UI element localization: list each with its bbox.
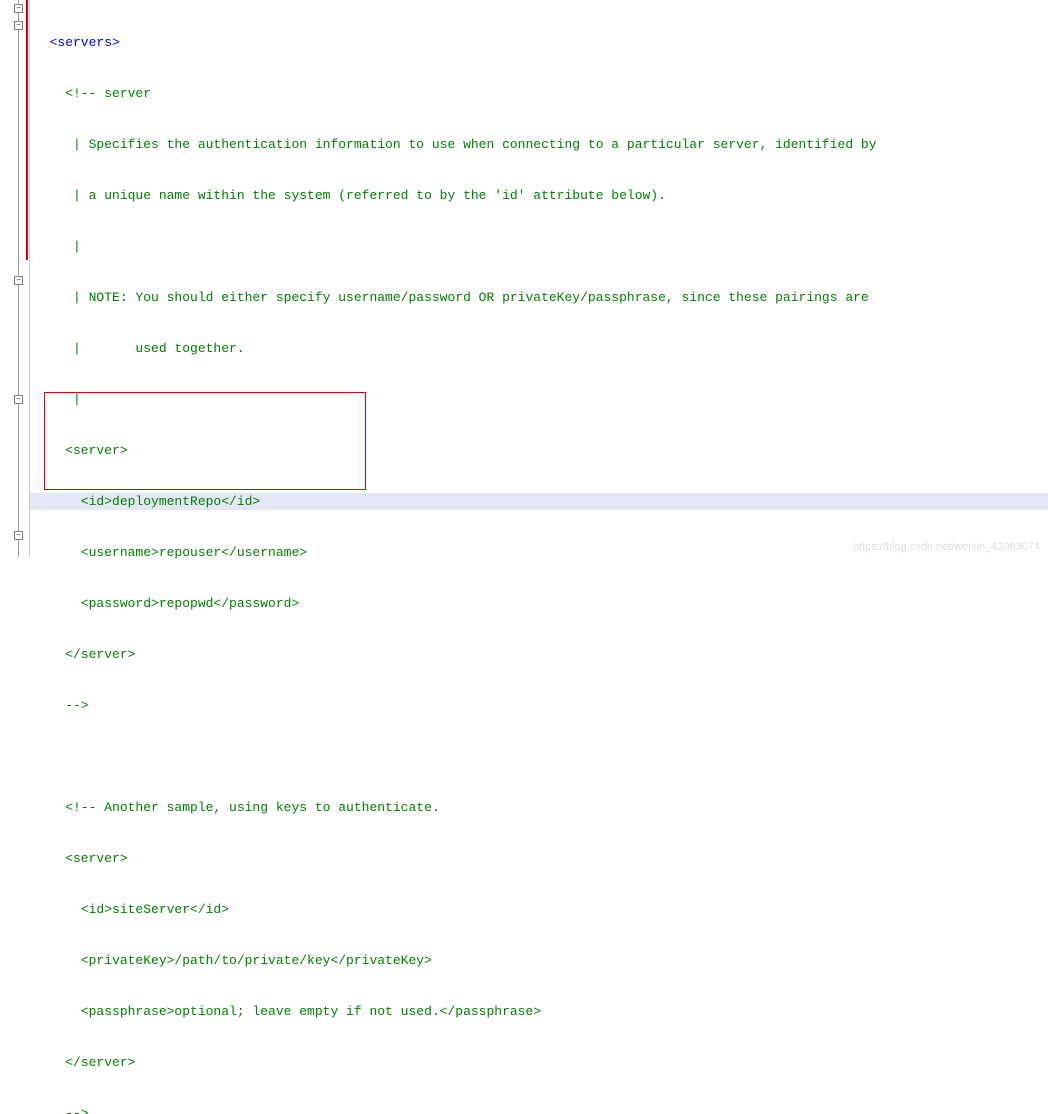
fold-marker[interactable]: − (14, 4, 23, 13)
xml-comment: <id>deploymentRepo</id> (34, 494, 260, 509)
fold-marker[interactable]: − (14, 395, 23, 404)
xml-comment: | a unique name within the system (refer… (34, 188, 666, 203)
xml-comment: <username>repouser</username> (34, 545, 307, 560)
xml-comment: | Specifies the authentication informati… (34, 137, 877, 152)
xml-comment: <!-- server (34, 86, 151, 101)
xml-comment: <server> (34, 443, 128, 458)
xml-comment: <!-- Another sample, using keys to authe… (34, 800, 440, 815)
editor-gutter[interactable]: − − − − − (0, 0, 30, 557)
code-editor[interactable]: <servers> <!-- server | Specifies the au… (30, 0, 1048, 557)
xml-comment: | (34, 392, 81, 407)
xml-comment: </server> (34, 647, 135, 662)
xml-comment: | used together. (34, 341, 245, 356)
xml-comment: <passphrase>optional; leave empty if not… (34, 1004, 541, 1019)
xml-comment: | (34, 239, 81, 254)
xml-comment: --> (34, 1106, 89, 1114)
xml-comment: <privateKey>/path/to/private/key</privat… (34, 953, 432, 968)
xml-tag: <servers> (34, 35, 120, 50)
xml-comment: <server> (34, 851, 128, 866)
change-marker (26, 0, 28, 260)
fold-marker[interactable]: − (14, 531, 23, 540)
xml-comment: <password>repopwd</password> (34, 596, 299, 611)
xml-comment: </server> (34, 1055, 135, 1070)
fold-marker[interactable]: − (14, 21, 23, 30)
xml-comment: | NOTE: You should either specify userna… (34, 290, 869, 305)
xml-comment: <id>siteServer</id> (34, 902, 229, 917)
fold-marker[interactable]: − (14, 276, 23, 285)
xml-comment: --> (34, 698, 89, 713)
watermark: https://blog.csdn.net/weixin_43083074 (853, 541, 1040, 553)
current-line: <id>deploymentRepo</id> (30, 493, 1048, 510)
